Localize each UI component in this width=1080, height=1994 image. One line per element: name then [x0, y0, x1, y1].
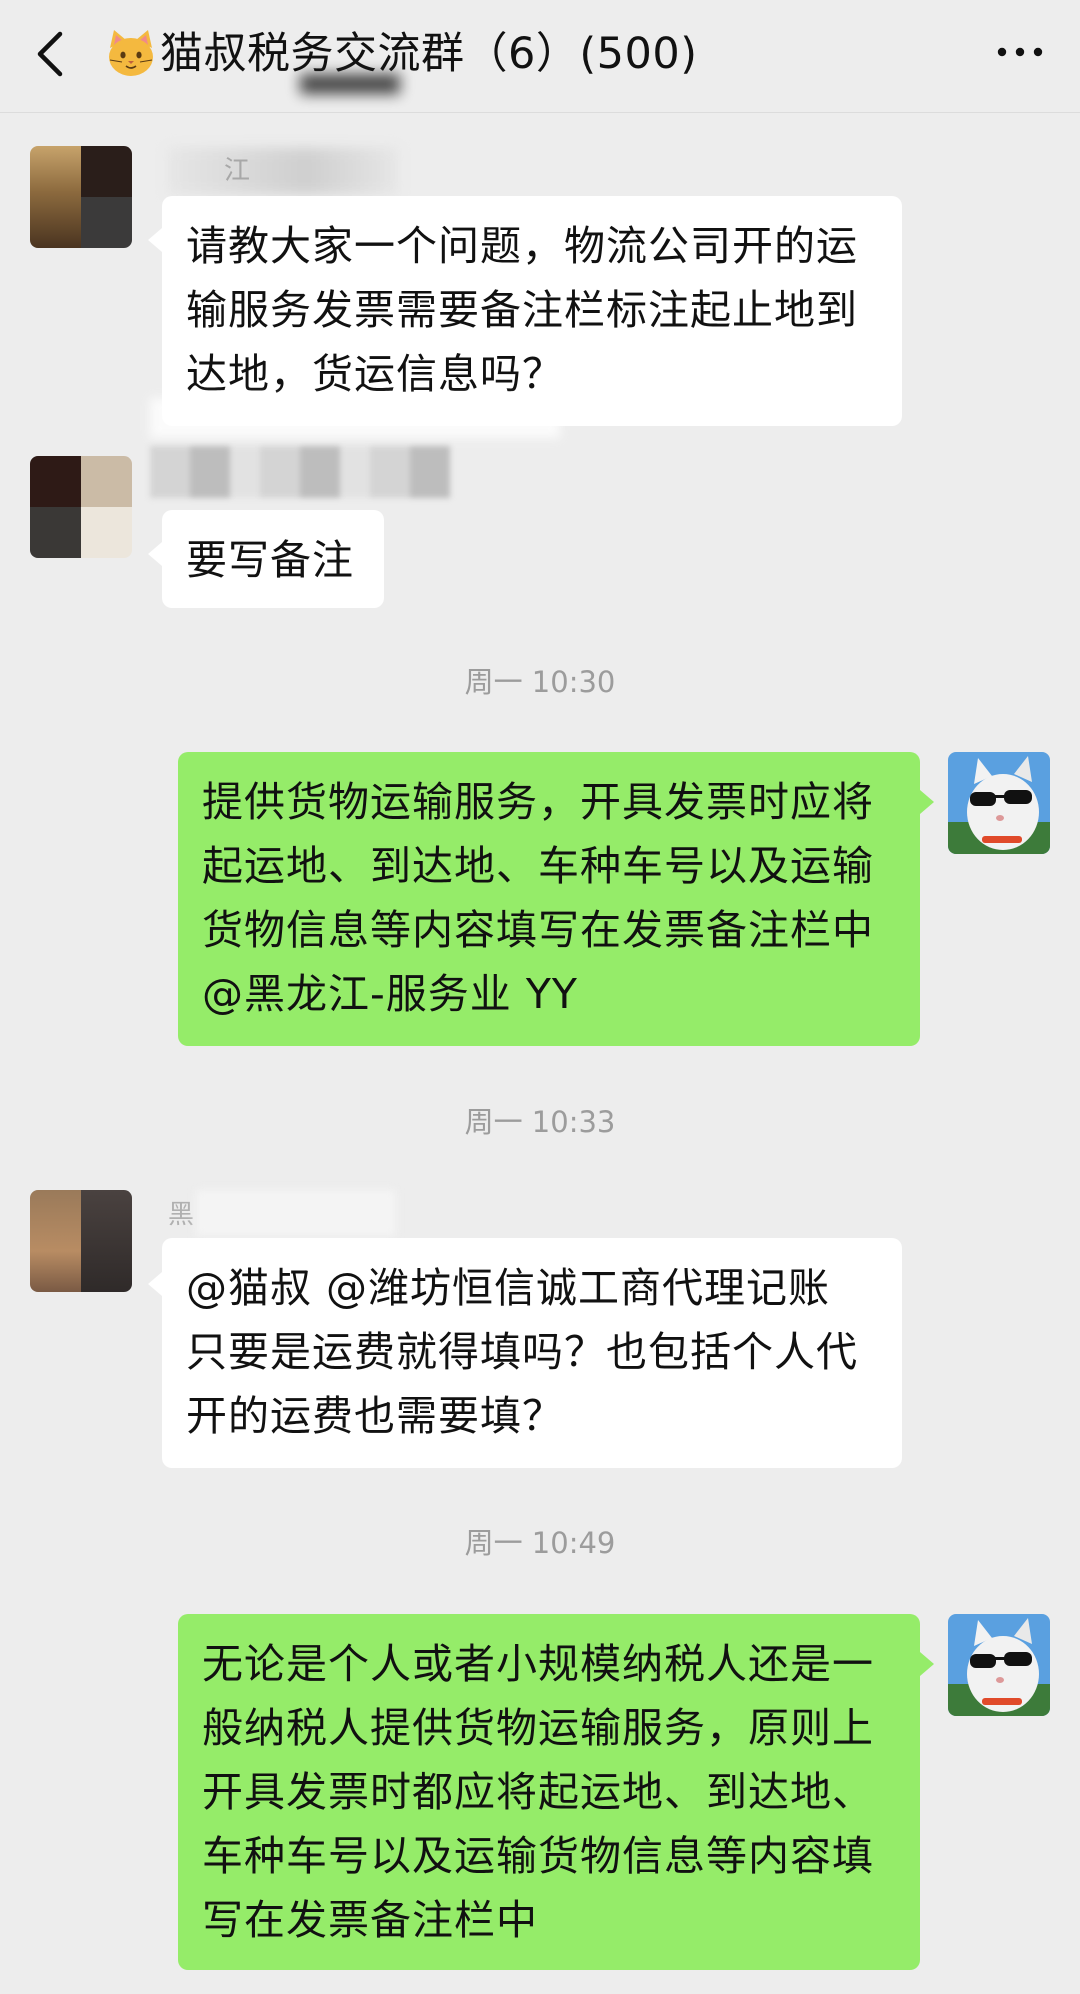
- bubble-tail: [148, 228, 162, 252]
- title-redaction: [300, 74, 400, 94]
- bubble-tail: [920, 1652, 934, 1676]
- chevron-left-icon[interactable]: [28, 24, 76, 84]
- bubble-tail: [148, 542, 162, 566]
- message-bubble[interactable]: 要写备注: [162, 510, 384, 608]
- cat-sunglasses-avatar: [948, 752, 1050, 854]
- avatar[interactable]: [30, 146, 132, 248]
- bubble-tail: [148, 1272, 162, 1296]
- redaction-smudge: [150, 398, 560, 438]
- timestamp: 周一 10:33: [464, 1105, 616, 1139]
- more-dots-icon[interactable]: [994, 44, 1046, 60]
- sender-name: 黑: [168, 1200, 195, 1230]
- avatar-self[interactable]: [948, 1614, 1050, 1716]
- message-bubble[interactable]: 请教大家一个问题，物流公司开的运输服务发票需要备注栏标注起止地到达地，货运信息吗…: [162, 196, 902, 426]
- avatar[interactable]: [30, 1190, 132, 1292]
- avatar-self[interactable]: [948, 752, 1050, 854]
- message-bubble[interactable]: 提供货物运输服务，开具发票时应将起运地、到达地、车种车号以及运输货物信息等内容填…: [178, 752, 920, 1046]
- cat-sunglasses-avatar: [948, 1614, 1050, 1716]
- sender-name-redaction: [168, 148, 398, 194]
- message-bubble[interactable]: @猫叔 @潍坊恒信诚工商代理记账 只要是运费就得填吗？也包括个人代开的运费也需要…: [162, 1238, 902, 1468]
- timestamp: 周一 10:30: [464, 665, 616, 699]
- avatar[interactable]: [30, 456, 132, 558]
- cat-face-emoji-icon: [109, 30, 153, 76]
- sender-name: 江: [224, 156, 251, 186]
- chat-title: 猫叔税务交流群（6）(500): [160, 29, 698, 79]
- sender-name-redaction: [150, 446, 450, 498]
- sender-name-redaction: [196, 1190, 396, 1236]
- timestamp: 周一 10:49: [464, 1526, 616, 1560]
- message-bubble[interactable]: 无论是个人或者小规模纳税人还是一般纳税人提供货物运输服务，原则上开具发票时都应将…: [178, 1614, 920, 1970]
- chat-header: 猫叔税务交流群（6）(500): [0, 0, 1080, 113]
- bubble-tail: [920, 790, 934, 814]
